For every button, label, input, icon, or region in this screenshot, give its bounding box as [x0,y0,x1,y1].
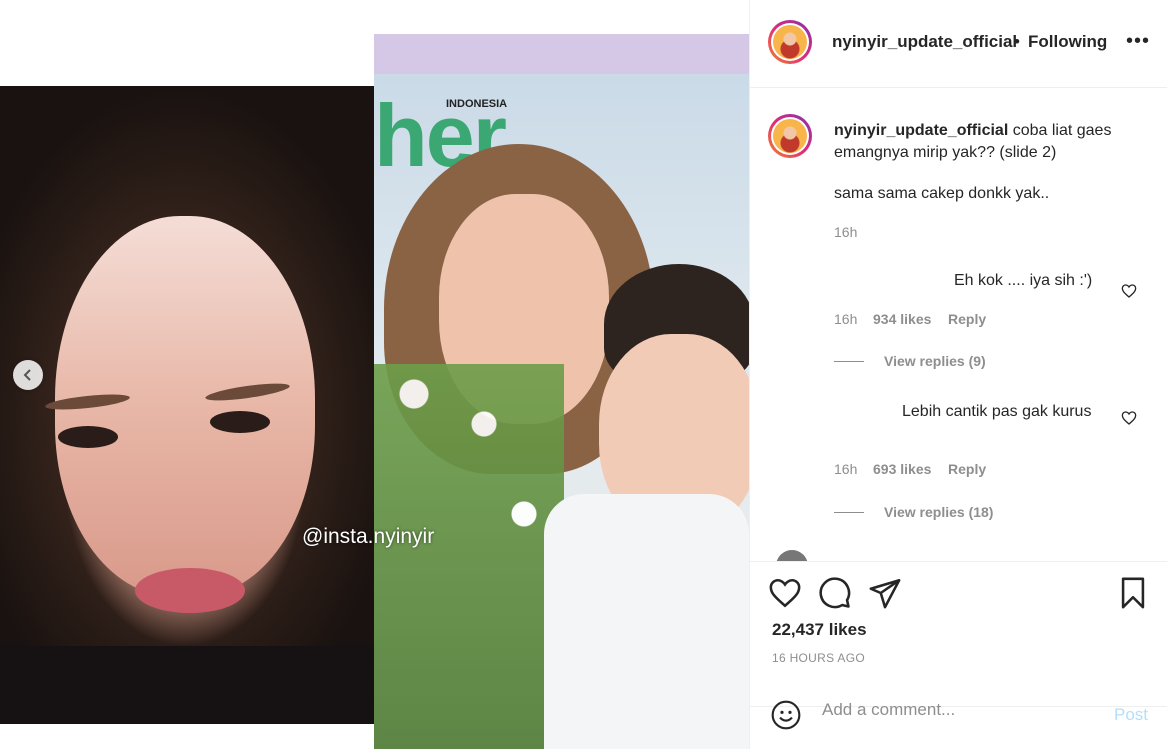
view-replies-button[interactable]: View replies (9) [884,353,986,369]
photo-left [0,86,374,724]
header-username[interactable]: nyinyir_update_official [832,32,1017,52]
add-comment-bar: Post [750,694,1167,749]
collar [0,646,374,724]
comment-bubble-icon[interactable] [818,576,852,610]
header-separator: • [1014,32,1020,51]
post-header: nyinyir_update_official • Following ••• [750,0,1167,88]
child-shirt [544,494,749,749]
caption: nyinyir_update_official coba liat gaes e… [834,120,1134,164]
like-comment-heart-icon[interactable] [1121,283,1137,299]
post-media: her INDONESIA @insta.nyinyir [0,0,749,749]
like-heart-icon[interactable] [768,576,802,610]
eye-right [210,411,270,433]
comment-likes[interactable]: 934 likes [873,311,931,327]
lips [135,568,245,613]
like-comment-heart-icon[interactable] [1121,410,1137,426]
flowers [374,364,564,749]
cover-band [374,34,749,74]
comment-input[interactable] [820,694,1094,726]
reply-button[interactable]: Reply [948,461,986,477]
caption-avatar[interactable] [768,114,812,158]
replies-divider [834,361,864,362]
caption-username[interactable]: nyinyir_update_official [834,122,1008,139]
emoji-icon[interactable] [770,699,802,731]
comment-time: 16h [834,311,858,327]
post-actions: 22,437 likes 16 HOURS AGO [750,562,1167,707]
comments-list: nyinyir_update_official coba liat gaes e… [750,88,1167,562]
chevron-left-icon [23,369,31,381]
watermark: @insta.nyinyir [302,525,435,548]
bookmark-icon[interactable] [1116,576,1150,610]
photo-right: her INDONESIA [374,34,749,749]
eye-left [58,426,118,448]
caption-time: 16h [834,224,858,240]
comment-likes[interactable]: 693 likes [873,461,931,477]
cover-label: INDONESIA [446,98,508,110]
following-button[interactable]: Following [1028,32,1107,52]
comment-avatar[interactable] [776,550,808,561]
view-replies-button[interactable]: View replies (18) [884,504,993,520]
replies-divider [834,512,864,513]
comment-time: 16h [834,461,858,477]
comment-text: Lebih cantik pas gak kurus [902,403,1092,420]
caption-text-2: sama sama cakep donkk yak.. [834,185,1050,202]
likes-count[interactable]: 22,437 likes [772,620,867,640]
post-sidebar: nyinyir_update_official • Following ••• … [749,0,1167,749]
post-button[interactable]: Post [1114,705,1148,725]
avatar-image [773,119,807,153]
more-options-icon[interactable]: ••• [1126,30,1150,53]
reply-button[interactable]: Reply [948,311,986,327]
avatar-image [773,25,807,59]
avatar[interactable] [768,20,812,64]
previous-slide-button[interactable] [13,360,43,390]
comment-text: Eh kok .... iya sih :') [954,272,1093,289]
share-send-icon[interactable] [868,576,902,610]
post-time: 16 HOURS AGO [772,651,865,665]
